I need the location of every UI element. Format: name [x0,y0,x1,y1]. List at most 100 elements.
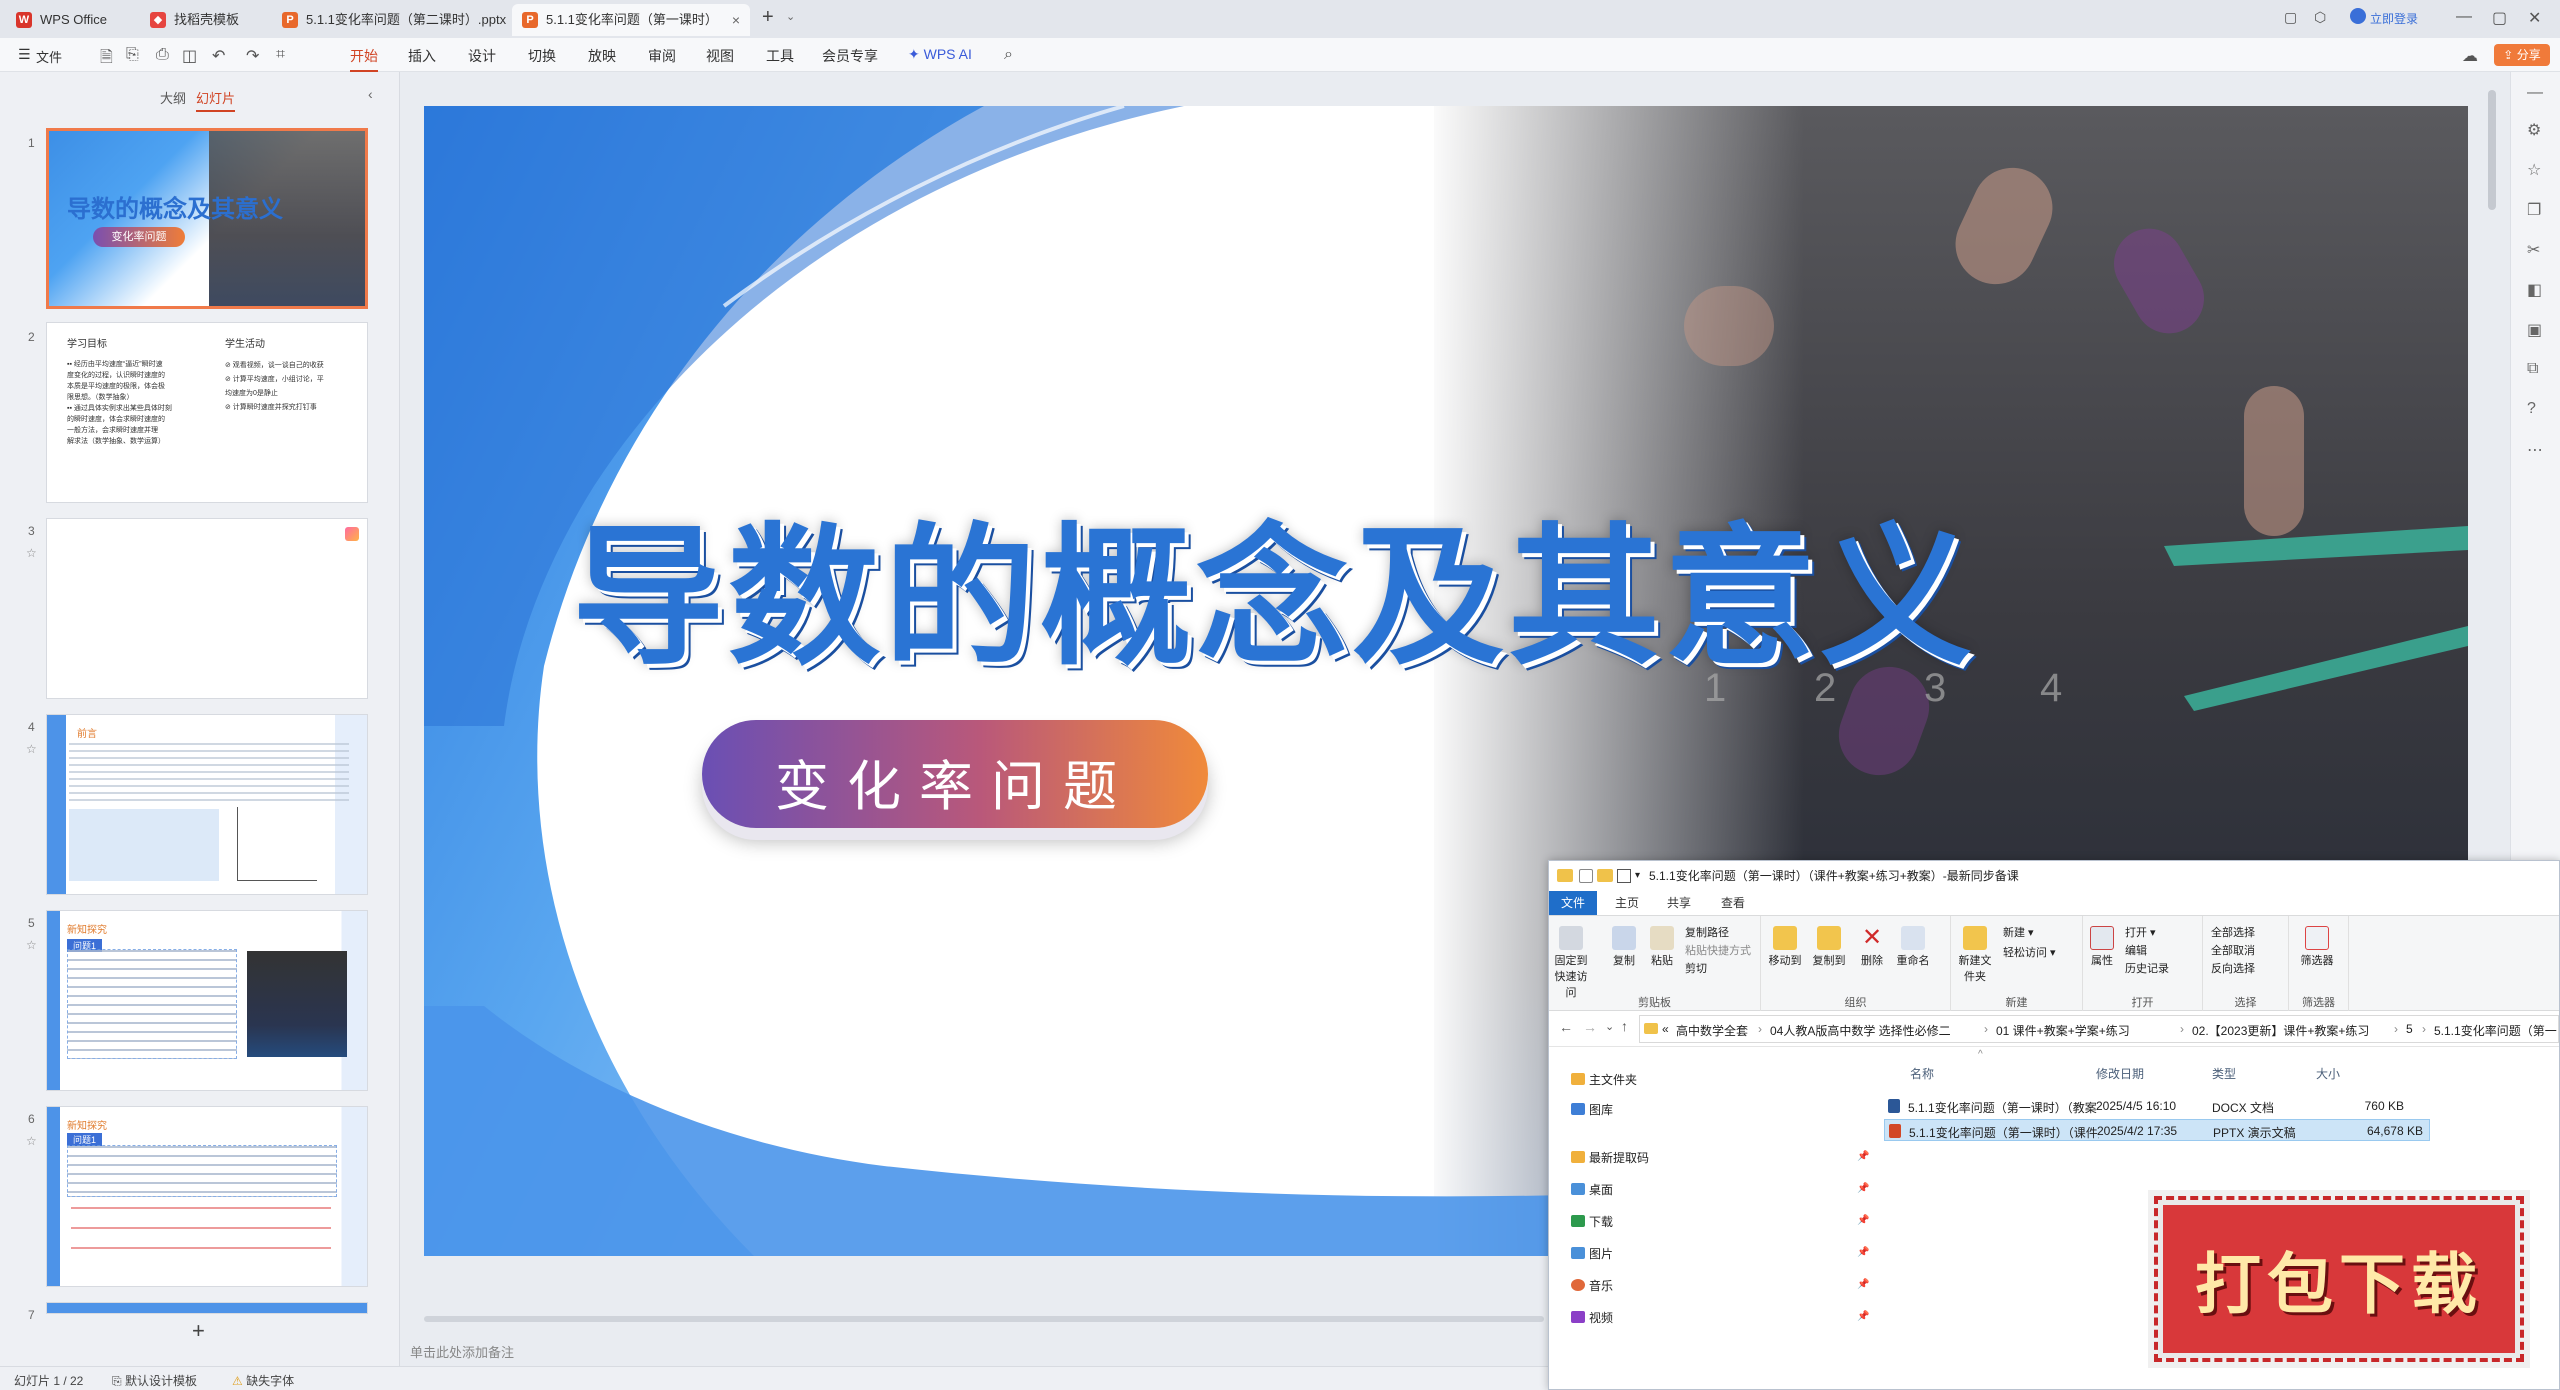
star-icon[interactable]: ☆ [26,938,37,952]
nav-latest-codes[interactable]: 最新提取码 [1589,1149,1649,1166]
rename-button[interactable]: 重命名 [1893,926,1933,968]
close-icon[interactable]: ✕ [2528,8,2541,28]
checkbox-icon[interactable] [1579,869,1593,883]
tools-icon[interactable]: ✂ [2527,240,2540,260]
breadcrumb[interactable]: 5.1.1变化率问题（第一 [2434,1022,2557,1039]
paste-shortcut-button[interactable]: 粘贴快捷方式 [1685,942,1751,958]
tab-outline[interactable]: 大纲 [160,88,186,107]
vertical-scrollbar[interactable] [2488,90,2496,210]
collapse-panel-icon[interactable]: ‹ [368,86,373,102]
select-all-button[interactable]: 全部选择 [2211,924,2255,940]
edit-button[interactable]: 编辑 [2125,942,2147,958]
nav-downloads[interactable]: 下载 [1589,1213,1613,1230]
subtitle-pill[interactable]: 变化率问题 [702,720,1208,828]
breadcrumb[interactable]: 高中数学全套 [1676,1022,1748,1039]
slide-thumbnail-6[interactable]: 新知探究 问题1 [46,1106,368,1287]
properties-icon[interactable]: ⚙ [2527,120,2541,140]
column-date[interactable]: 修改日期 [2096,1065,2144,1082]
breadcrumb[interactable]: 02.【2023更新】课件+教案+练习 [2192,1022,2369,1039]
menu-view[interactable]: 视图 [706,46,734,66]
new-tab-icon[interactable]: + [762,6,774,29]
tab-slides[interactable]: 幻灯片 [196,88,236,112]
slide-thumbnail-1[interactable]: 导数的概念及其意义 变化率问题 [46,128,368,309]
redo-icon[interactable]: ↷ [246,46,259,66]
column-size[interactable]: 大小 [2316,1065,2340,1082]
slide-thumbnail-3[interactable] [46,518,368,699]
column-name[interactable]: 名称 [1910,1065,1934,1082]
add-slide-button[interactable]: + [192,1318,205,1344]
filter-button[interactable]: 筛选器 [2297,926,2337,968]
recent-locations-icon[interactable]: ⌄ [1605,1020,1614,1033]
share-button[interactable]: ⇪ 分享 [2494,44,2550,66]
file-row-selected[interactable]: 5.1.1变化率问题（第一课时）（课件）-... 2025/4/2 17:35 … [1884,1119,2430,1141]
invert-selection-button[interactable]: 反向选择 [2211,960,2255,976]
menu-transition[interactable]: 切换 [528,46,556,66]
nav-music[interactable]: 音乐 [1589,1277,1613,1294]
address-bar[interactable]: ← → ⌄ ↑ « 高中数学全套 › 04人教A版高中数学 选择性必修二 › 0… [1549,1011,2559,1047]
export-icon[interactable]: ⎘ [126,46,139,64]
properties-button[interactable]: 属性 [2087,926,2117,968]
paste-button[interactable]: 粘贴 [1647,926,1677,968]
copy-style-icon[interactable]: ❐ [2527,200,2541,220]
save-icon[interactable]: 🗎 [100,46,113,73]
avatar-icon[interactable] [2350,8,2366,24]
pin-icon[interactable]: 📌 [1857,1215,1869,1226]
pin-icon[interactable]: 📌 [1857,1279,1869,1290]
more-icon[interactable]: ⋯ [2527,440,2543,460]
format-painter-icon[interactable]: ⌗ [276,46,285,64]
nav-desktop[interactable]: 桌面 [1589,1181,1613,1198]
slide-thumbnail-5[interactable]: 新知探究 问题1 [46,910,368,1091]
menu-design[interactable]: 设计 [468,46,496,66]
tab-home[interactable]: 主页 [1603,891,1651,915]
chevron-down-icon[interactable]: ⌄ [786,10,795,23]
column-type[interactable]: 类型 [2212,1065,2236,1082]
search-icon[interactable]: ⌕ [1004,46,1013,64]
help-icon[interactable]: ? [2527,400,2536,418]
layout-icon[interactable]: ◧ [2527,280,2542,300]
image-icon[interactable]: ▣ [2527,320,2542,340]
menu-insert[interactable]: 插入 [408,46,436,66]
file-menu[interactable]: 文件 [36,47,62,66]
easy-access-button[interactable]: 轻松访问 ▾ [2003,944,2056,960]
pin-icon[interactable]: 📌 [1857,1183,1869,1194]
new-folder-button[interactable]: 新建文件夹 [1955,926,1995,984]
slide-thumbnail-4[interactable]: 前言 [46,714,368,895]
horizontal-scrollbar[interactable] [424,1316,1544,1322]
pin-icon[interactable]: 📌 [1857,1247,1869,1258]
back-icon[interactable]: ← [1559,1019,1573,1035]
history-button[interactable]: 历史记录 [2125,960,2169,976]
menu-membership[interactable]: 会员专享 [822,46,878,66]
breadcrumb[interactable]: 5 [2406,1022,2413,1036]
nav-home[interactable]: 主文件夹 [1589,1071,1637,1088]
breadcrumb[interactable]: 01 课件+教案+学案+练习 [1996,1022,2130,1039]
tab-view[interactable]: 查看 [1709,891,1757,915]
pin-icon[interactable]: 📌 [1857,1311,1869,1322]
close-tab-icon[interactable]: × [732,4,740,36]
login-link[interactable]: 立即登录 [2370,10,2418,27]
select-none-button[interactable]: 全部取消 [2211,942,2255,958]
path-box[interactable]: « 高中数学全套 › 04人教A版高中数学 选择性必修二 › 01 课件+教案+… [1639,1015,2559,1043]
breadcrumb-overflow[interactable]: « [1662,1022,1669,1036]
missing-font-status[interactable]: ⚠ 缺失字体 [232,1372,294,1389]
print-icon[interactable]: ⎙ [156,46,169,64]
nav-pictures[interactable]: 图片 [1589,1245,1613,1262]
move-to-button[interactable]: 移动到 [1765,926,1805,968]
tab-wps-office[interactable]: W WPS Office [6,4,140,36]
cube-icon[interactable]: ⬡ [2314,9,2326,26]
up-icon[interactable]: ↑ [1621,1018,1628,1034]
hamburger-icon[interactable]: ☰ [18,46,31,63]
pin-icon[interactable]: 📌 [1857,1151,1869,1162]
star-icon[interactable]: ☆ [26,742,37,756]
notes-area[interactable]: 单击此处添加备注 [400,1330,1550,1370]
pin-quick-access-button[interactable]: 固定到快速访问 [1553,926,1589,1000]
tab-docer[interactable]: ◆ 找稻壳模板 [140,4,270,36]
favorite-icon[interactable]: ☆ [2527,160,2541,180]
slide-title[interactable]: 导数的概念及其意义 [572,474,1976,694]
nav-videos[interactable]: 视频 [1589,1309,1613,1326]
open-button[interactable]: 打开 ▾ [2125,924,2156,940]
download-stamp[interactable]: 打包下载 [2154,1196,2524,1362]
menu-tools[interactable]: 工具 [766,46,794,66]
customize-toolbar-icon[interactable]: ▾ [1635,861,1640,891]
template-status[interactable]: ⎘ 默认设计模板 [112,1372,197,1389]
cloud-icon[interactable]: ☁ [2462,46,2478,66]
